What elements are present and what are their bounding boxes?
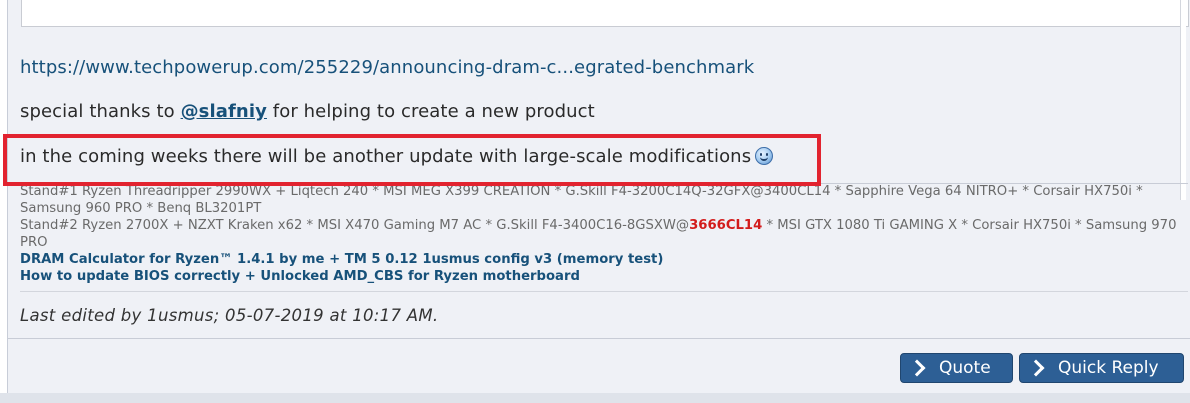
chevron-right-icon xyxy=(908,359,926,377)
signature-stand1: Stand#1 Ryzen Threadripper 2990WX + Liqt… xyxy=(20,183,1185,217)
quote-box-text: ··· ··· xyxy=(597,0,624,4)
stand2-text-before: Ryzen 2700X + NZXT Kraken x62 * MSI X470… xyxy=(77,218,690,233)
thanks-prefix: special thanks to xyxy=(20,101,181,122)
thanks-suffix: for helping to create a new product xyxy=(266,101,595,122)
highlight-annotation-box xyxy=(3,134,821,186)
article-link[interactable]: https://www.techpowerup.com/255229/annou… xyxy=(20,57,754,78)
stand2-highlight: 3666CL14 xyxy=(689,218,763,233)
user-mention[interactable]: @slafniy xyxy=(181,101,267,122)
quick-reply-button[interactable]: Quick Reply xyxy=(1019,353,1184,383)
page-footer-strip xyxy=(0,393,1190,403)
signature: Stand#1 Ryzen Threadripper 2990WX + Liqt… xyxy=(20,183,1185,285)
post-container: ··· ··· https://www.techpowerup.com/2552… xyxy=(7,0,1190,403)
scrollbar[interactable] xyxy=(1180,0,1186,200)
quote-button[interactable]: Quote xyxy=(900,353,1013,383)
stand1-label: Stand#1 xyxy=(20,184,78,199)
edited-divider xyxy=(20,291,1188,292)
last-edited-note: Last edited by 1usmus; 05-07-2019 at 10:… xyxy=(20,306,439,325)
signature-stand2: Stand#2 Ryzen 2700X + NZXT Kraken x62 * … xyxy=(20,217,1185,251)
chevron-right-icon xyxy=(1027,359,1045,377)
quote-box: ··· ··· xyxy=(21,0,1189,27)
thanks-line: special thanks to @slafniy for helping t… xyxy=(20,101,595,122)
quick-reply-button-label: Quick Reply xyxy=(1058,358,1159,378)
bios-update-link[interactable]: How to update BIOS correctly + Unlocked … xyxy=(20,268,1185,285)
post-footer-divider xyxy=(8,338,1190,339)
stand1-text: Ryzen Threadripper 2990WX + Liqtech 240 … xyxy=(20,184,1143,216)
post-link-line: https://www.techpowerup.com/255229/annou… xyxy=(20,57,754,78)
quote-button-label: Quote xyxy=(939,358,991,378)
stand2-label: Stand#2 xyxy=(20,218,78,233)
dram-calculator-link[interactable]: DRAM Calculator for Ryzen™ 1.4.1 by me +… xyxy=(20,251,1185,268)
